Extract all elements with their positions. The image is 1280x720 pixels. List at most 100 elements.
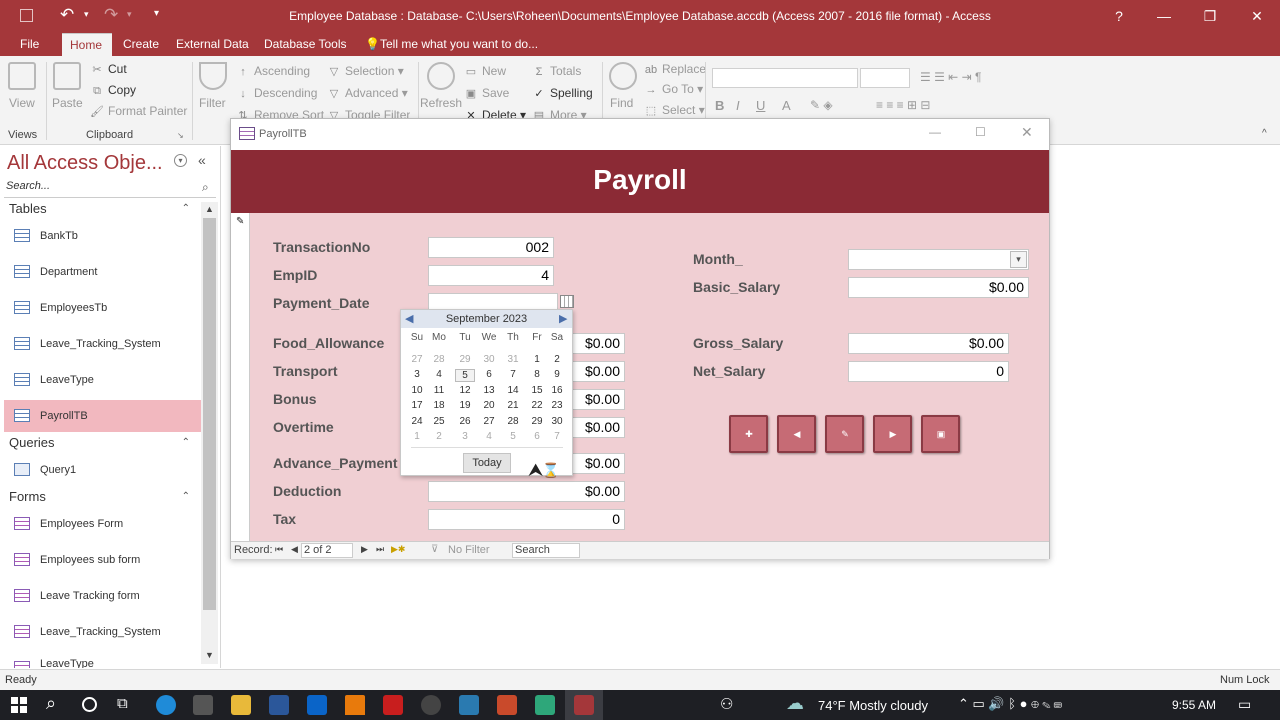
calendar-day[interactable]: 2: [429, 431, 449, 442]
descending-button[interactable]: ↓ Descending: [236, 86, 317, 100]
form-close-button[interactable]: ✕: [1021, 124, 1033, 141]
record-selector[interactable]: ✎: [231, 213, 250, 541]
calendar-day[interactable]: 28: [429, 354, 449, 365]
select-button[interactable]: ⬚ Select ▾: [644, 103, 705, 117]
nav-item-employeestb[interactable]: EmployeesTb: [4, 292, 201, 324]
tab-home[interactable]: Home: [62, 33, 112, 56]
ascending-button[interactable]: ↑ Ascending: [236, 64, 310, 78]
calendar-day[interactable]: 3: [407, 369, 427, 380]
calendar-day[interactable]: 30: [479, 354, 499, 365]
align-icons[interactable]: ≡ ≡ ≡ ⊞ ⊟: [876, 98, 930, 112]
record-search-input[interactable]: Search: [512, 543, 580, 558]
nav-item-leave-tracking-system-form[interactable]: Leave_Tracking_System: [4, 616, 201, 648]
photos-icon[interactable]: [459, 695, 479, 715]
scroll-up-icon[interactable]: ▲: [205, 204, 214, 214]
scroll-down-icon[interactable]: ▼: [205, 650, 214, 660]
calendar-day[interactable]: 1: [527, 354, 547, 365]
forms-group-header[interactable]: Forms ⌃: [0, 486, 200, 508]
first-record-icon[interactable]: ⏮: [275, 544, 283, 555]
calendar-day[interactable]: 27: [479, 416, 499, 427]
net-salary-field[interactable]: 0: [848, 361, 1009, 382]
calendar-day[interactable]: 6: [527, 431, 547, 442]
new-record-nav-icon[interactable]: ▶✱: [391, 544, 405, 555]
calendar-day[interactable]: 12: [455, 385, 475, 396]
search-icon[interactable]: ⌕: [46, 693, 56, 714]
date-picker-icon[interactable]: [560, 295, 574, 308]
calendar-day[interactable]: 11: [429, 385, 449, 396]
calendar-day[interactable]: 21: [503, 400, 523, 411]
view-button[interactable]: View: [9, 96, 35, 110]
teams-icon[interactable]: [535, 695, 555, 715]
help-button[interactable]: ?: [1096, 0, 1142, 33]
calendar-day[interactable]: 22: [527, 400, 547, 411]
transaction-no-field[interactable]: 002: [428, 237, 554, 258]
prev-month-icon[interactable]: ◀: [405, 310, 413, 328]
nav-item-leave-tracking-form[interactable]: Leave Tracking form: [4, 580, 201, 612]
minimize-button[interactable]: —: [1141, 0, 1187, 33]
weather-text[interactable]: 74°F Mostly cloudy: [818, 698, 928, 713]
find-button[interactable]: Find: [610, 96, 633, 110]
form-maximize-button[interactable]: ☐: [975, 125, 986, 139]
month-dropdown-icon[interactable]: ▾: [1010, 251, 1027, 268]
calendar-day[interactable]: 7: [547, 431, 567, 442]
new-record-button[interactable]: ▭ New: [464, 64, 506, 78]
nav-item-leave-tracking-system[interactable]: Leave_Tracking_System: [4, 328, 201, 360]
selection-button[interactable]: ▽ Selection ▾: [327, 64, 404, 78]
advanced-button[interactable]: ▽ Advanced ▾: [327, 86, 408, 100]
calendar-day[interactable]: 1: [407, 431, 427, 442]
last-record-icon[interactable]: ⏭: [376, 544, 384, 555]
format-painter-button[interactable]: 🖌 Format Painter: [90, 104, 187, 118]
spelling-button[interactable]: ✓ Spelling: [532, 86, 592, 100]
ribbon-collapse-icon[interactable]: ^: [1262, 128, 1267, 139]
edge-icon[interactable]: [156, 695, 176, 715]
calendar-day[interactable]: 7: [503, 369, 523, 380]
basic-salary-field[interactable]: $0.00: [848, 277, 1029, 298]
nav-item-employees-form[interactable]: Employees Form: [4, 508, 201, 540]
task-view-icon[interactable]: ⧉: [117, 695, 128, 712]
calendar-day[interactable]: 14: [503, 385, 523, 396]
filter-button[interactable]: Filter: [199, 96, 226, 110]
delete-record-button-form[interactable]: ▣: [921, 415, 960, 453]
calendar-day[interactable]: 16: [547, 385, 567, 396]
nav-item-banktb[interactable]: BankTb: [4, 220, 201, 252]
nav-item-payrolltb[interactable]: PayrollTB: [4, 400, 201, 432]
next-record-button[interactable]: ▶: [873, 415, 912, 453]
tab-database-tools[interactable]: Database Tools: [256, 33, 355, 56]
refresh-all-button[interactable]: Refresh: [420, 96, 462, 110]
nav-item-leavetype[interactable]: LeaveType: [4, 364, 201, 396]
bullets-icon[interactable]: ☰ ☰ ⇤ ⇥ ¶: [920, 70, 981, 84]
next-month-icon[interactable]: ▶: [559, 310, 567, 328]
settings-gear-icon[interactable]: [421, 695, 441, 715]
calendar-day[interactable]: 18: [429, 400, 449, 411]
calendar-day[interactable]: 4: [429, 369, 449, 380]
replace-button[interactable]: ab Replace: [644, 62, 706, 76]
nav-item-department[interactable]: Department: [4, 256, 201, 288]
calendar-day[interactable]: 29: [455, 354, 475, 365]
calendar-day[interactable]: 23: [547, 400, 567, 411]
nav-scrollbar[interactable]: ▲ ▼: [201, 202, 218, 664]
queries-group-header[interactable]: Queries ⌃: [0, 432, 200, 454]
prev-record-icon[interactable]: ◀: [291, 544, 298, 555]
nav-item-employees-sub-form[interactable]: Employees sub form: [4, 544, 201, 576]
nav-item-leavetype-form[interactable]: LeaveType: [4, 652, 201, 668]
calendar-day[interactable]: 19: [455, 400, 475, 411]
calendar-day[interactable]: 17: [407, 400, 427, 411]
copy-button[interactable]: ⧉ Copy: [90, 83, 136, 97]
current-record-input[interactable]: 2 of 2: [301, 543, 353, 558]
form-minimize-button[interactable]: —: [929, 125, 941, 139]
calendar-day[interactable]: 6: [479, 369, 499, 380]
file-explorer-icon[interactable]: [231, 695, 251, 715]
people-icon[interactable]: ⚇: [720, 695, 733, 713]
calendar-day[interactable]: 20: [479, 400, 499, 411]
weather-cloud-icon[interactable]: ☁: [786, 693, 804, 714]
windows-start-icon[interactable]: [11, 697, 27, 713]
calendar-day[interactable]: 15: [527, 385, 547, 396]
deduction-field[interactable]: $0.00: [428, 481, 625, 502]
tables-group-header[interactable]: Tables ⌃: [0, 198, 200, 220]
today-button[interactable]: Today: [463, 453, 511, 473]
cut-button[interactable]: ✂ Cut: [90, 62, 126, 76]
calendar-day[interactable]: 13: [479, 385, 499, 396]
nav-search-input[interactable]: Search...: [4, 180, 216, 198]
scroll-thumb[interactable]: [203, 218, 216, 610]
emp-id-field[interactable]: 4: [428, 265, 554, 286]
